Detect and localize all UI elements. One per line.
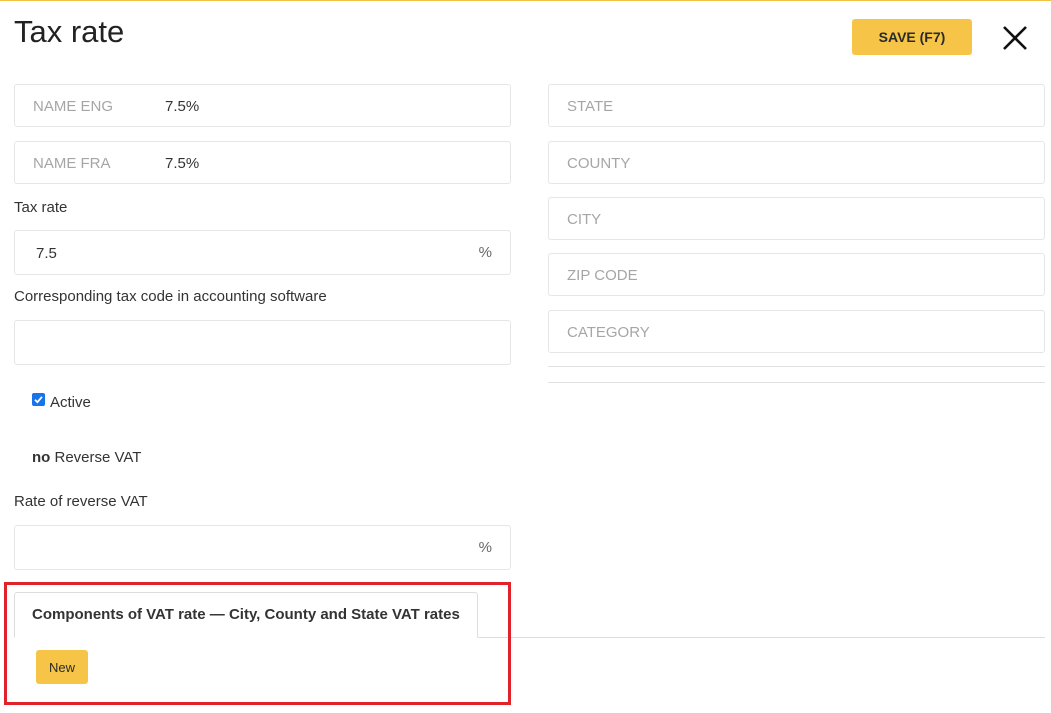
state-label: STATE [567,98,614,115]
tax-rate-percent-suffix: % [478,244,492,261]
divider [548,382,1045,383]
reverse-rate-input[interactable]: % [14,525,511,570]
page-title: Tax rate [14,14,125,49]
reverse-rate-label: Rate of reverse VAT [14,493,148,510]
active-label: Active [50,394,91,411]
county-label: COUNTY [567,155,631,172]
top-accent-line [0,0,1051,1]
name-eng-value: 7.5% [165,98,200,115]
tab-bar-line [478,637,1045,638]
reverse-vat-label: Reverse VAT [54,449,142,466]
reverse-vat-status: no Reverse VAT [32,449,141,466]
zip-code-field[interactable]: ZIP CODE [548,253,1045,296]
tab-vat-components[interactable]: Components of VAT rate — City, County an… [14,592,478,638]
save-button[interactable]: SAVE (F7) [852,19,972,55]
accounting-code-label: Corresponding tax code in accounting sof… [14,288,327,305]
name-fra-label: NAME FRA [33,155,111,172]
reverse-vat-value: no [32,449,51,466]
tax-rate-label: Tax rate [14,199,68,216]
city-label: CITY [567,211,602,228]
tax-rate-value: 7.5 [36,245,57,262]
close-icon [1003,26,1027,50]
state-field[interactable]: STATE [548,84,1045,127]
name-fra-value: 7.5% [165,155,200,172]
new-component-button[interactable]: New [36,650,88,684]
county-field[interactable]: COUNTY [548,141,1045,184]
active-checkbox[interactable] [32,393,45,406]
category-label: CATEGORY [567,324,650,341]
check-icon [34,396,43,404]
tax-rate-input[interactable]: 7.5 % [14,230,511,275]
category-field[interactable]: CATEGORY [548,310,1045,353]
reverse-rate-percent-suffix: % [478,539,492,556]
accounting-code-input[interactable] [14,320,511,365]
name-eng-field[interactable]: NAME ENG 7.5% [14,84,511,127]
name-fra-field[interactable]: NAME FRA 7.5% [14,141,511,184]
close-button[interactable] [999,22,1031,54]
zip-code-label: ZIP CODE [567,267,638,284]
name-eng-label: NAME ENG [33,98,114,115]
divider [548,366,1045,367]
city-field[interactable]: CITY [548,197,1045,240]
